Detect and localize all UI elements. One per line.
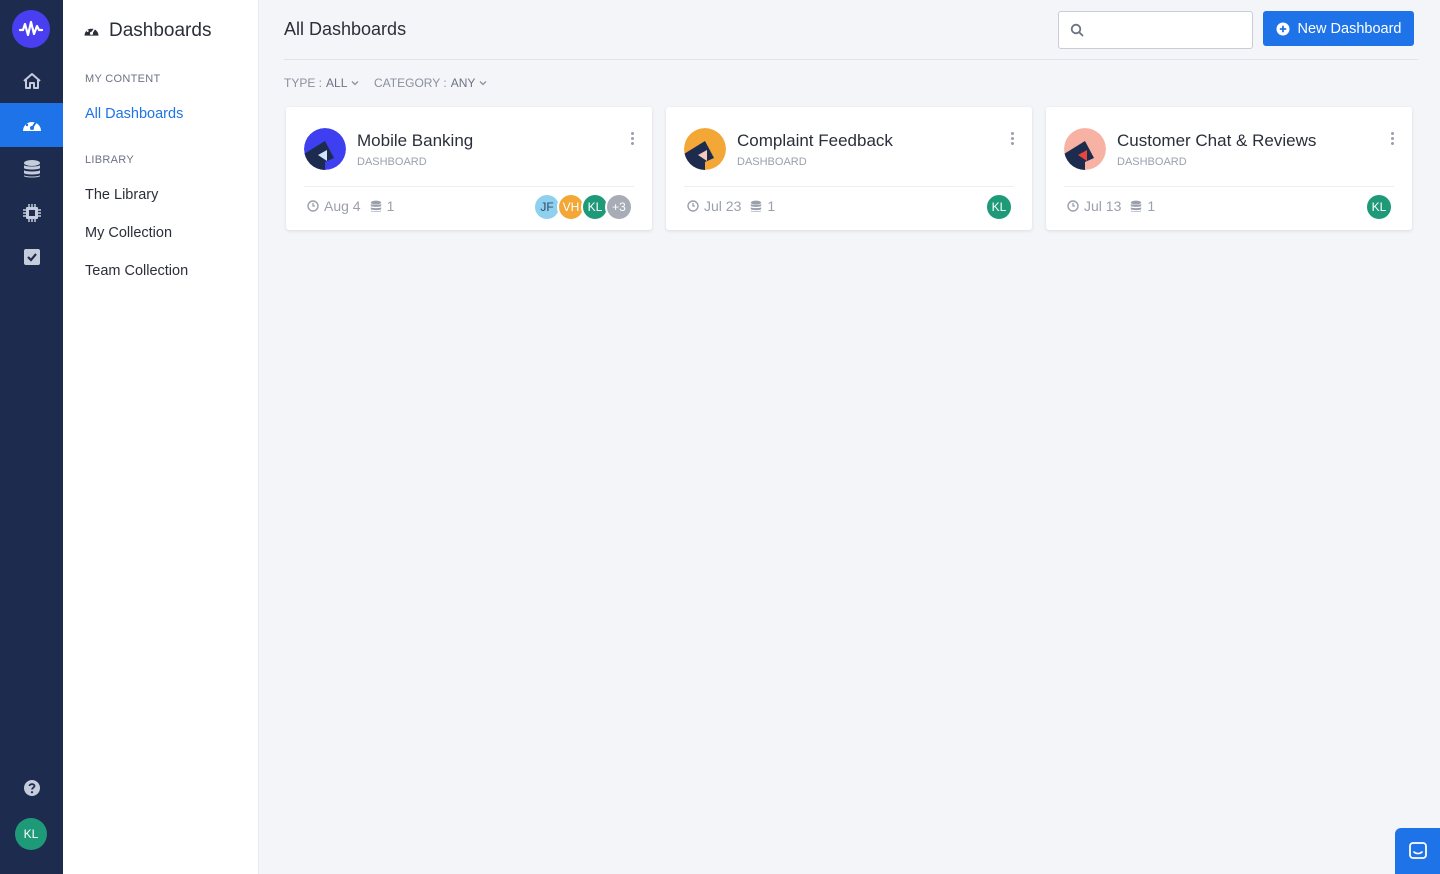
type-filter-label: TYPE : bbox=[284, 76, 323, 90]
source-count: 1 bbox=[767, 198, 776, 214]
dashboard-badge-icon bbox=[684, 128, 726, 170]
type-filter[interactable]: TYPE : ALL bbox=[284, 76, 359, 90]
clock-icon bbox=[1067, 200, 1079, 212]
dashboard-name: Customer Chat & Reviews bbox=[1117, 131, 1317, 150]
search-input[interactable] bbox=[1058, 11, 1253, 49]
database-icon bbox=[1131, 200, 1142, 212]
dashboard-badge-icon bbox=[1064, 128, 1106, 170]
chevron-down-icon bbox=[479, 81, 487, 86]
new-dashboard-label: New Dashboard bbox=[1297, 20, 1402, 37]
dashboard-card[interactable]: Complaint Feedback DASHBOARD Jul 23 1 KL bbox=[666, 107, 1032, 230]
section-library: LIBRARY bbox=[85, 154, 134, 166]
sidebar-item-my-collection[interactable]: My Collection bbox=[85, 225, 172, 241]
dashboard-name: Mobile Banking bbox=[357, 131, 474, 150]
plus-circle-icon bbox=[1276, 22, 1289, 35]
kebab-menu-icon[interactable] bbox=[1008, 132, 1016, 148]
chat-widget-button[interactable] bbox=[1395, 828, 1440, 874]
sidebar-item-the-library[interactable]: The Library bbox=[85, 187, 158, 203]
clock-icon bbox=[687, 200, 699, 212]
kebab-menu-icon[interactable] bbox=[1388, 132, 1396, 148]
dashboards-sidebar: Dashboards MY CONTENT All Dashboards LIB… bbox=[63, 0, 259, 874]
dashboard-name: Complaint Feedback bbox=[737, 131, 893, 150]
section-my-content: MY CONTENT bbox=[85, 73, 161, 85]
sidebar-item-all-dashboards[interactable]: All Dashboards bbox=[85, 106, 183, 122]
updated-date: Jul 23 bbox=[704, 198, 742, 214]
user-avatar[interactable]: KL bbox=[15, 818, 47, 850]
database-icon bbox=[751, 200, 762, 212]
app-logo-icon[interactable] bbox=[12, 10, 50, 48]
dashboard-type: DASHBOARD bbox=[737, 156, 807, 168]
page-title: All Dashboards bbox=[284, 19, 407, 39]
card-meta: Aug 4 1 bbox=[307, 198, 394, 214]
source-count: 1 bbox=[1147, 198, 1156, 214]
dashboard-type: DASHBOARD bbox=[357, 156, 427, 168]
search-icon bbox=[1070, 23, 1084, 37]
help-icon[interactable] bbox=[0, 766, 63, 810]
dashboard-type: DASHBOARD bbox=[1117, 156, 1187, 168]
dashboard-card[interactable]: Mobile Banking DASHBOARD Aug 4 1 JF VH K… bbox=[286, 107, 652, 230]
sidebar-item-team-collection[interactable]: Team Collection bbox=[85, 263, 188, 279]
card-collaborators: KL bbox=[1365, 193, 1393, 221]
category-filter-value: ANY bbox=[450, 76, 476, 90]
card-divider bbox=[1064, 186, 1394, 187]
chevron-down-icon bbox=[351, 81, 359, 86]
updated-date: Jul 13 bbox=[1084, 198, 1122, 214]
collaborator-avatar[interactable]: KL bbox=[985, 193, 1013, 221]
clock-icon bbox=[307, 200, 319, 212]
dashboard-badge-icon bbox=[304, 128, 346, 170]
database-icon[interactable] bbox=[0, 147, 63, 191]
new-dashboard-button[interactable]: New Dashboard bbox=[1263, 11, 1414, 46]
chat-icon bbox=[1408, 842, 1427, 859]
database-icon bbox=[370, 200, 381, 212]
header-divider bbox=[284, 59, 1418, 60]
more-collaborators-badge[interactable]: +3 bbox=[605, 193, 633, 221]
card-divider bbox=[684, 186, 1014, 187]
sidebar-title: Dashboards bbox=[109, 20, 212, 41]
card-divider bbox=[304, 186, 634, 187]
chip-icon[interactable] bbox=[0, 191, 63, 235]
updated-date: Aug 4 bbox=[324, 198, 361, 214]
category-filter-label: CATEGORY : bbox=[374, 76, 447, 90]
dashboard-gauge-icon[interactable] bbox=[0, 103, 63, 147]
dashboard-gauge-icon bbox=[84, 26, 99, 36]
collaborator-avatar[interactable]: KL bbox=[1365, 193, 1393, 221]
type-filter-value: ALL bbox=[326, 76, 348, 90]
card-meta: Jul 23 1 bbox=[687, 198, 775, 214]
category-filter[interactable]: CATEGORY : ANY bbox=[374, 76, 487, 90]
home-icon[interactable] bbox=[0, 59, 63, 103]
card-meta: Jul 13 1 bbox=[1067, 198, 1155, 214]
main-content: All Dashboards New Dashboard TYPE : ALL … bbox=[259, 0, 1440, 874]
checklist-icon[interactable] bbox=[0, 235, 63, 279]
card-collaborators: JF VH KL +3 bbox=[533, 193, 633, 221]
icon-rail: KL bbox=[0, 0, 63, 874]
dashboard-card[interactable]: Customer Chat & Reviews DASHBOARD Jul 13… bbox=[1046, 107, 1412, 230]
source-count: 1 bbox=[386, 198, 395, 214]
sidebar-header: Dashboards bbox=[83, 20, 211, 42]
card-collaborators: KL bbox=[985, 193, 1013, 221]
kebab-menu-icon[interactable] bbox=[628, 132, 636, 148]
